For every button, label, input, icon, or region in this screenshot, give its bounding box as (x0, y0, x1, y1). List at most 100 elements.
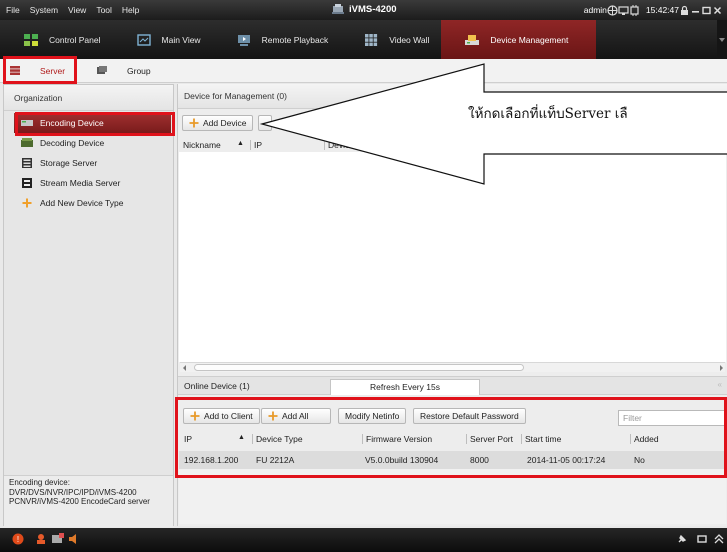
device-alert-icon[interactable] (52, 533, 64, 545)
sort-ascending-icon[interactable]: ▲ (238, 434, 245, 441)
storage-server-icon (22, 158, 32, 168)
minimize-icon[interactable] (690, 5, 701, 16)
cpu-icon[interactable] (629, 4, 640, 16)
add-all-button[interactable]: Add All (261, 408, 331, 424)
horizontal-scrollbar[interactable] (180, 362, 725, 372)
scroll-right-icon[interactable] (720, 365, 723, 371)
add-device-label: Add Device (203, 118, 247, 128)
taskbar: ! (0, 528, 727, 552)
tab-group[interactable]: Group (97, 59, 151, 82)
device-type-tree: Encoding Device Decoding Device Storage … (14, 113, 171, 213)
add-device-button[interactable]: Add Device (182, 115, 254, 131)
add-to-client-label: Add to Client (204, 411, 253, 421)
title-bar: File System View Tool Help iVMS-4200 adm… (0, 0, 727, 20)
tree-item-storage-server[interactable]: Storage Server (14, 153, 171, 173)
user-alert-icon[interactable] (36, 533, 48, 545)
monitor-icon[interactable] (618, 5, 629, 16)
toolbar-device-management[interactable]: Device Management (441, 20, 597, 59)
title-controls: admin 15:42:47 (578, 0, 723, 20)
pin-icon[interactable] (676, 533, 688, 545)
server-group-tabs: Server Group (0, 59, 727, 83)
tree-item-decoding-device[interactable]: Decoding Device (14, 133, 171, 153)
tab-server[interactable]: Server (10, 59, 65, 82)
column-device[interactable]: Device (324, 140, 354, 150)
device-for-management-header: Device for Management (0) (178, 84, 727, 109)
column-start-time[interactable]: Start time (521, 434, 561, 444)
toolbar-remote-playback[interactable]: Remote Playback (213, 20, 341, 59)
tree-item-label: Add New Device Type (40, 198, 124, 208)
add-to-client-button[interactable]: Add to Client (183, 408, 260, 424)
toolbar-video-wall[interactable]: Video Wall (340, 20, 441, 59)
collapse-chevron-icon[interactable]: « (718, 380, 722, 389)
cell-start-time: 2014-11-05 00:17:24 (527, 455, 606, 465)
tree-item-label: Encoding Device (40, 118, 104, 128)
tree-item-add-new-device-type[interactable]: Add New Device Type (14, 193, 171, 213)
menu-tool[interactable]: Tool (96, 5, 112, 15)
column-device-type[interactable]: Device Type (252, 434, 303, 444)
restore-default-password-button[interactable]: Restore Default Password (413, 408, 526, 424)
app-title-text: iVMS-4200 (349, 3, 397, 15)
toolbar-control-panel[interactable]: Control Panel (0, 20, 113, 59)
toolbar-control-panel-label: Control Panel (49, 34, 101, 45)
close-icon[interactable] (712, 5, 723, 16)
menu-view[interactable]: View (68, 5, 86, 15)
tab-group-label: Group (127, 65, 151, 76)
column-added[interactable]: Added (630, 434, 659, 444)
toolbar-remote-playback-label: Remote Playback (261, 34, 329, 45)
cell-ip: 192.168.1.200 (184, 455, 239, 465)
scroll-left-icon[interactable] (183, 365, 186, 371)
modify-netinfo-button[interactable]: Modify Netinfo (338, 408, 407, 424)
online-device-columns: IP ▲ Device Type Firmware Version Server… (178, 431, 727, 449)
scrollbar-thumb[interactable] (194, 364, 524, 371)
main-toolbar: Control Panel Main View Remote Playback … (0, 20, 727, 59)
menu-bar: File System View Tool Help (0, 5, 149, 15)
speaker-icon[interactable] (68, 533, 80, 545)
cell-device-type: FU 2212A (256, 455, 295, 465)
column-firmware-version[interactable]: Firmware Version (362, 434, 432, 444)
device-type-description: Encoding device: DVR/DVS/NVR/IPC/IPD/iVM… (4, 475, 173, 527)
online-device-list-empty[interactable] (179, 469, 726, 524)
device-management-icon (465, 34, 480, 45)
stream-media-server-icon (22, 178, 32, 188)
clock-text: 15:42:47 (645, 5, 679, 15)
tree-item-label: Storage Server (40, 158, 98, 168)
toolbar-main-view[interactable]: Main View (113, 20, 213, 59)
column-nickname[interactable]: Nickname (183, 140, 221, 150)
server-tab-icon (10, 66, 20, 75)
column-server-port[interactable]: Server Port (466, 434, 513, 444)
svg-text:!: ! (17, 535, 19, 544)
globe-icon[interactable] (607, 4, 618, 16)
maximize-icon[interactable] (701, 5, 712, 16)
column-ip[interactable]: IP (250, 140, 262, 150)
managed-device-list[interactable] (179, 152, 726, 362)
organization-panel: Organization Encoding Device Decoding De… (3, 84, 174, 527)
filter-input[interactable]: Filter (618, 410, 726, 426)
restore-password-label: Restore Default Password (420, 411, 519, 421)
sort-ascending-icon[interactable]: ▲ (237, 140, 244, 147)
app-title: iVMS-4200 (332, 3, 397, 15)
decoding-device-icon (21, 138, 33, 147)
add-icon (22, 198, 32, 208)
add-icon (190, 411, 200, 421)
menu-file[interactable]: File (6, 5, 20, 15)
main-view-icon (136, 33, 151, 46)
toolbar-main-view-label: Main View (161, 34, 201, 45)
tree-item-stream-media-server[interactable]: Stream Media Server (14, 173, 171, 193)
menu-system[interactable]: System (30, 5, 58, 15)
lock-icon[interactable] (679, 5, 690, 16)
tree-item-label: Stream Media Server (40, 178, 121, 188)
add-icon (189, 118, 199, 128)
menu-help[interactable]: Help (122, 5, 139, 15)
alarm-icon[interactable]: ! (12, 533, 24, 545)
expand-up-icon[interactable] (713, 533, 725, 545)
toolbar-dropdown-icon[interactable] (717, 20, 727, 59)
column-ip[interactable]: IP (184, 434, 192, 444)
window-icon[interactable] (696, 533, 708, 545)
tree-item-encoding-device[interactable]: Encoding Device (14, 113, 171, 133)
refresh-interval-tab[interactable]: Refresh Every 15s (330, 379, 480, 395)
encoding-device-icon (21, 120, 33, 126)
table-row[interactable]: 192.168.1.200 FU 2212A V5.0.0build 13090… (179, 451, 726, 469)
toolbar-device-management-label: Device Management (490, 34, 569, 45)
ivms-logo-icon (332, 4, 344, 14)
next-toolbar-button[interactable] (258, 115, 272, 131)
